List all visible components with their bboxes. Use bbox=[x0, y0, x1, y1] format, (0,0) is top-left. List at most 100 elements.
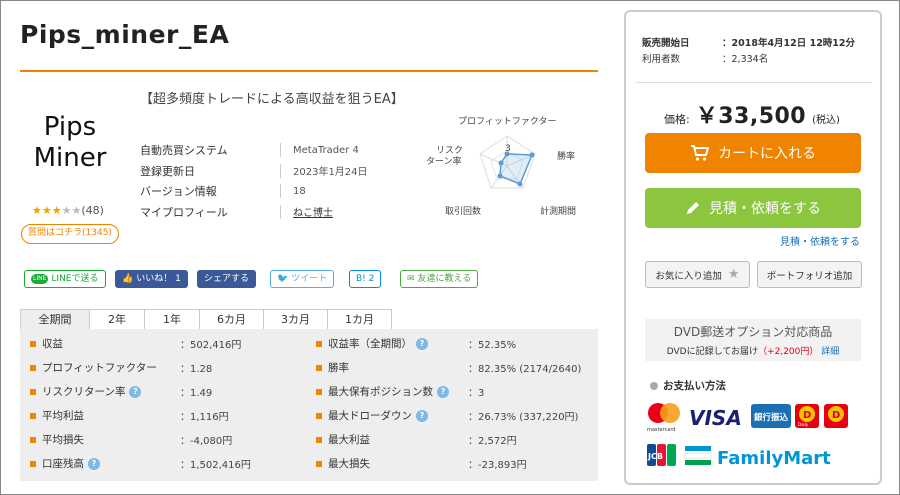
stat-label: 平均損失 bbox=[42, 434, 84, 447]
users-value: ：2,334名 bbox=[722, 54, 769, 65]
payment-title-label: お支払い方法 bbox=[663, 380, 726, 392]
bullet-square bbox=[316, 412, 322, 419]
spec-row: バージョン情報 18 bbox=[140, 181, 368, 202]
stat-row: 口座残高? ：1,502,416円 bbox=[30, 452, 251, 476]
dvd-detail-link[interactable]: 詳細 bbox=[821, 347, 839, 357]
tab-1m[interactable]: 1カ月 bbox=[327, 309, 392, 329]
tweet-label: ツイート bbox=[291, 274, 328, 284]
stat-row: リスクリターン率? ：1.49 bbox=[30, 380, 212, 404]
stat-value: ：82.35% (2174/2640) bbox=[468, 364, 582, 376]
meta-divider bbox=[636, 82, 872, 83]
stat-row: プロフィットファクター ：1.28 bbox=[30, 356, 212, 380]
tab-2y[interactable]: 2年 bbox=[89, 309, 145, 329]
bullet-square bbox=[30, 340, 36, 347]
spec-value: 18 bbox=[293, 185, 306, 197]
payment-logos: mastercard VISA 銀行振込 D Daily D JCB Famil… bbox=[647, 403, 848, 469]
page-title: Pips_miner_EA bbox=[20, 20, 230, 49]
title-divider bbox=[20, 70, 598, 72]
radar-label-risk-1: リスク bbox=[436, 145, 463, 156]
familymart-logo: FamilyMart bbox=[684, 446, 831, 469]
cart-button-label: カートに入れる bbox=[718, 146, 816, 162]
users-row: 利用者数 ：2,334名 bbox=[642, 50, 855, 66]
stat-row: 収益 ：502,416円 bbox=[30, 332, 241, 356]
bank-transfer-logo: 銀行振込 bbox=[751, 404, 791, 428]
line-share-label: LINEで送る bbox=[51, 274, 99, 284]
tab-6m[interactable]: 6カ月 bbox=[199, 309, 264, 329]
radar-scale-label: 3 bbox=[505, 144, 511, 154]
stat-row: 平均利益 ：1,116円 bbox=[30, 404, 229, 428]
rating-stars[interactable]: ★★★★★(48) bbox=[32, 204, 104, 217]
line-icon: LINE bbox=[31, 274, 49, 284]
stat-label: 収益率（全期間）? bbox=[328, 336, 468, 351]
stat-label: 最大保有ポジション数? bbox=[328, 384, 468, 399]
dvd-description: DVDに記録してお届け（+2,200円） 詳細 bbox=[666, 347, 840, 357]
sale-start-label: 販売開始日 bbox=[642, 38, 690, 49]
spec-value: MetaTrader 4 bbox=[293, 144, 359, 156]
svg-text:mastercard: mastercard bbox=[647, 427, 675, 433]
bullet-square bbox=[30, 412, 36, 419]
stat-value: ：1,502,416円 bbox=[180, 460, 251, 472]
stat-row: 最大損失 ：-23,893円 bbox=[316, 452, 527, 476]
radar-label-winrate: 勝率 bbox=[557, 150, 575, 162]
spec-separator bbox=[280, 163, 281, 178]
tab-all[interactable]: 全期間 bbox=[20, 309, 90, 329]
svg-text:Daily: Daily bbox=[798, 422, 809, 427]
tab-1y[interactable]: 1年 bbox=[144, 309, 200, 329]
dvd-price: （+2,200円） bbox=[758, 347, 819, 357]
radar-point bbox=[497, 173, 503, 179]
stat-label: 口座残高? bbox=[42, 456, 180, 471]
add-portfolio-button[interactable]: ポートフォリオ追加 bbox=[757, 261, 862, 288]
stat-value: ：-23,893円 bbox=[468, 460, 527, 472]
spec-separator bbox=[280, 184, 281, 199]
stats-table: 収益 ：502,416円 プロフィットファクター ：1.28 リスクリターン率?… bbox=[20, 329, 598, 481]
question-button[interactable]: 質問はコチラ(1345) bbox=[21, 224, 119, 244]
help-icon[interactable]: ? bbox=[416, 409, 428, 422]
star-empty-icon: ★ bbox=[71, 204, 82, 217]
stat-value: ：1.28 bbox=[180, 364, 213, 376]
bullet-square bbox=[30, 460, 36, 467]
radar-label-risk-2: ターン率 bbox=[426, 155, 462, 167]
stat-value: ：52.35% bbox=[468, 340, 517, 352]
svg-text:D: D bbox=[832, 410, 840, 421]
radar-label-period: 計測期間 bbox=[540, 205, 576, 217]
stat-label: リスクリターン率? bbox=[42, 384, 180, 399]
payment-methods-title: お支払い方法 bbox=[650, 378, 726, 393]
facebook-like-button[interactable]: 👍 いいね！ 1 bbox=[115, 270, 188, 288]
add-favorite-button[interactable]: お気に入り追加 ★ bbox=[645, 261, 750, 288]
help-icon[interactable]: ? bbox=[437, 385, 449, 398]
line-share-button[interactable]: LINE LINEで送る bbox=[24, 270, 106, 288]
hatena-bookmark-button[interactable]: B! 2 bbox=[349, 270, 382, 288]
tax-label: (税込) bbox=[812, 115, 840, 126]
cart-icon bbox=[691, 145, 709, 161]
star-empty-icon: ★ bbox=[61, 204, 72, 217]
price-value: ￥33,500 bbox=[695, 104, 807, 129]
add-to-cart-button[interactable]: カートに入れる bbox=[645, 133, 861, 173]
bullet-square bbox=[316, 388, 322, 395]
stat-row: 収益率（全期間）? ：52.35% bbox=[316, 332, 516, 356]
svg-text:D: D bbox=[803, 410, 811, 421]
help-icon[interactable]: ? bbox=[129, 385, 142, 398]
quote-request-button[interactable]: 見積・依頼をする bbox=[645, 188, 861, 228]
product-catchphrase: 【超多頻度トレードによる高収益を狙うEA】 bbox=[140, 92, 404, 107]
radar-chart: 3 プロフィットファクター 勝率 計測期間 取引回数 リスク ターン率 bbox=[426, 116, 576, 217]
facebook-share-button[interactable]: シェアする bbox=[197, 270, 257, 288]
tab-3m[interactable]: 3カ月 bbox=[263, 309, 328, 329]
logo-line-2: Miner bbox=[33, 143, 107, 173]
twitter-bird-icon: 🐦 bbox=[277, 274, 289, 284]
spec-row: 自動売買システム MetaTrader 4 bbox=[140, 140, 368, 161]
spec-value: 2023年1月24日 bbox=[293, 167, 368, 179]
stat-label: 平均利益 bbox=[42, 410, 84, 423]
product-logo: Pips Miner bbox=[20, 112, 120, 174]
tell-friend-button[interactable]: ✉ 友達に教える bbox=[400, 270, 479, 288]
help-icon[interactable]: ? bbox=[88, 457, 100, 470]
mastercard-logo: mastercard bbox=[647, 403, 680, 433]
period-tabs: 全期間 2年 1年 6カ月 3カ月 1カ月 bbox=[20, 309, 392, 329]
stat-row: 勝率 ：82.35% (2174/2640) bbox=[316, 356, 581, 380]
quote-request-link[interactable]: 見積・依頼をする bbox=[780, 233, 860, 248]
profile-link[interactable]: ねこ博士 bbox=[293, 204, 333, 219]
tweet-button[interactable]: 🐦 ツイート bbox=[270, 270, 335, 288]
stat-value: ：502,416円 bbox=[180, 340, 242, 352]
stat-row: 最大ドローダウン? ：26.73% (337,220円) bbox=[316, 404, 578, 428]
bullet-square bbox=[316, 460, 322, 467]
help-icon[interactable]: ? bbox=[416, 337, 428, 350]
